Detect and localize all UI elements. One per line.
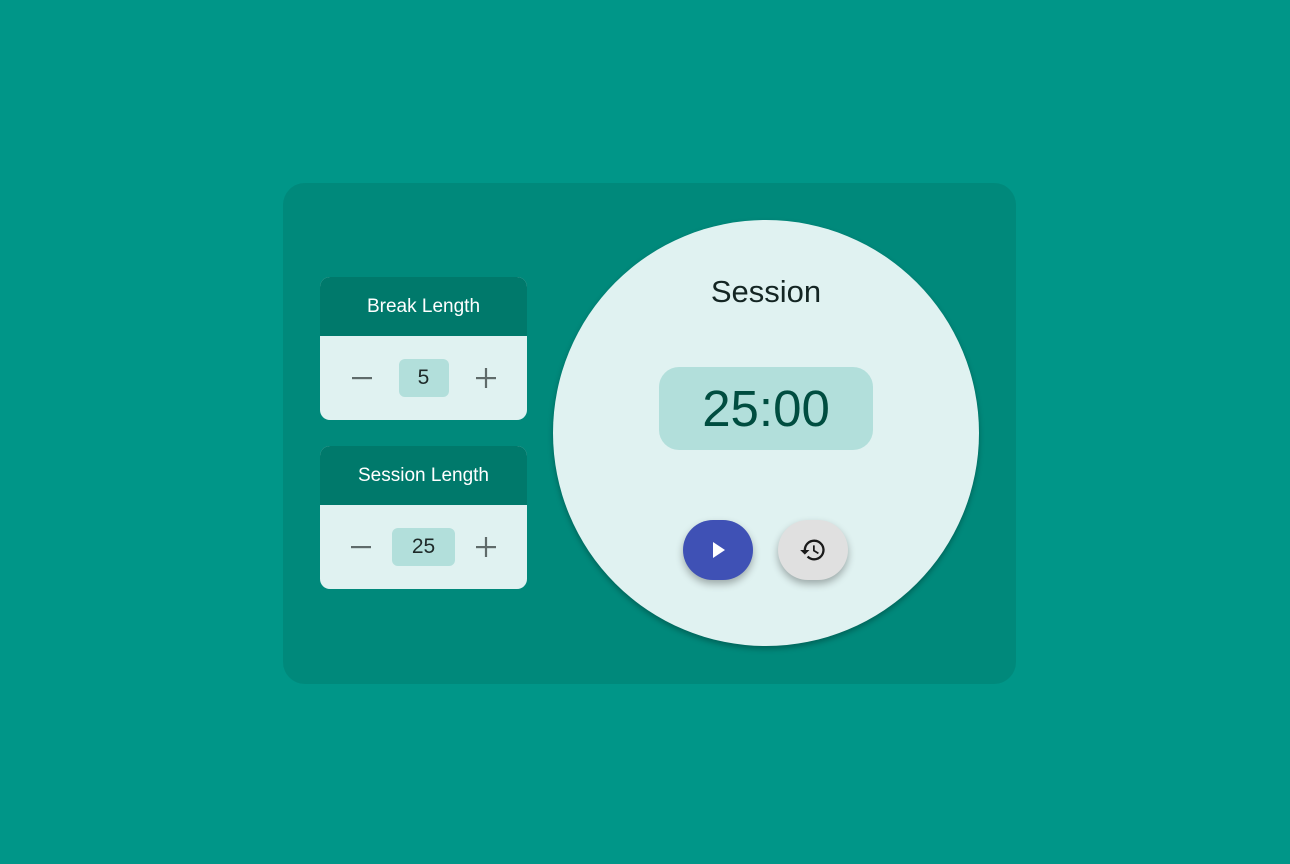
- play-button[interactable]: [683, 520, 753, 580]
- play-icon: [713, 542, 725, 558]
- break-length-control: Break Length 5: [320, 277, 527, 420]
- pomodoro-card: Break Length 5 Session Length 25 Session…: [283, 183, 1016, 684]
- break-length-title: Break Length: [320, 277, 527, 336]
- session-length-stepper: 25: [320, 505, 527, 589]
- time-display: 25:00: [659, 367, 873, 450]
- session-length-value: 25: [392, 528, 455, 566]
- history-icon: [800, 539, 825, 561]
- session-length-title: Session Length: [320, 446, 527, 505]
- break-length-stepper: 5: [320, 336, 527, 420]
- plus-icon: [476, 537, 496, 557]
- break-length-value: 5: [398, 359, 449, 397]
- session-length-control: Session Length 25: [320, 446, 527, 589]
- minus-icon: [351, 546, 371, 549]
- reset-button[interactable]: [778, 520, 848, 580]
- minus-icon: [351, 377, 372, 380]
- timer-dial: Session 25:00: [553, 220, 979, 646]
- session-decrement-button[interactable]: [339, 525, 383, 569]
- timer-mode-label: Session: [710, 274, 822, 309]
- plus-icon: [475, 368, 496, 388]
- break-decrement-button[interactable]: [340, 356, 384, 400]
- session-increment-button[interactable]: [464, 525, 508, 569]
- break-increment-button[interactable]: [464, 356, 508, 400]
